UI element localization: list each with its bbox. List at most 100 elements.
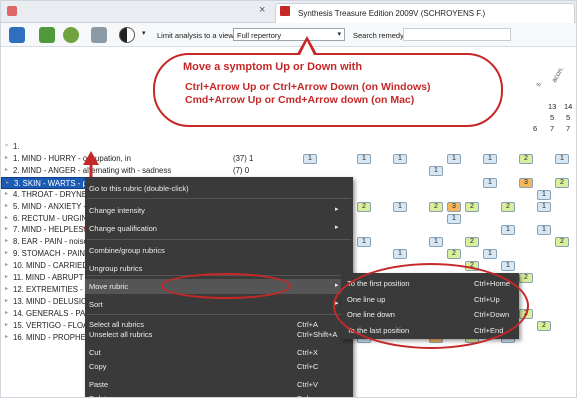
menu-item[interactable]: Delete Del: [85, 391, 353, 397]
expand-icon[interactable]: ▸: [5, 309, 8, 316]
menu-separator: [87, 314, 351, 315]
col-total: 5: [566, 113, 571, 122]
select-arrow-icon: ▾: [337, 31, 341, 38]
dropdown-arrow-icon[interactable]: ▾: [142, 29, 146, 37]
toolbar: ▾ Limit analysis to a view Full repertor…: [1, 23, 576, 47]
menu-item[interactable]: Go to this rubric (double-click): [85, 181, 353, 196]
grid-row: 1 1 1 1 2 1 1: [303, 153, 576, 165]
close-tab-icon[interactable]: ×: [259, 4, 265, 16]
instruction-callout: Move a symptom Up or Down with Ctrl+Arro…: [153, 53, 503, 127]
menu-item[interactable]: Copy Ctrl+C: [85, 359, 353, 374]
menu-item-label: Cut: [89, 348, 101, 357]
grade-cell[interactable]: 2: [447, 249, 461, 260]
submenu-arrow-icon: ▸: [335, 206, 339, 213]
expand-icon[interactable]: ▸: [5, 321, 8, 328]
menu-item[interactable]: Paste Ctrl+V: [85, 377, 353, 392]
menu-shortcut: Del: [297, 394, 308, 397]
grade-cell[interactable]: 2: [519, 154, 533, 164]
grade-cell[interactable]: 1: [447, 154, 461, 164]
grade-cell[interactable]: 2: [357, 201, 371, 212]
col-total: 13: [548, 102, 557, 111]
submenu-arrow-icon: ▸: [335, 224, 339, 231]
menu-item-label: Sort: [89, 300, 103, 309]
menu-item-label: Move rubric: [89, 282, 129, 291]
half-circle-icon[interactable]: [119, 27, 135, 43]
expand-icon[interactable]: ▸: [5, 273, 8, 280]
callout-line: Ctrl+Arrow Up or Ctrl+Arrow Down (on Win…: [185, 81, 431, 93]
submenu-arrow-icon: ▸: [335, 282, 339, 289]
expand-icon[interactable]: ▸: [5, 202, 8, 209]
expand-icon[interactable]: ▸: [5, 190, 8, 197]
menu-item[interactable]: Change intensity ▸: [85, 203, 353, 218]
menu-item[interactable]: Sort ▸: [85, 297, 353, 312]
search-remedy-label: Search remedy:: [353, 31, 406, 40]
grade-cell[interactable]: 1: [555, 154, 569, 164]
grade-cell[interactable]: 2: [465, 201, 479, 212]
grade-cell[interactable]: 1: [429, 165, 443, 176]
grade-cell[interactable]: 1: [429, 237, 443, 248]
grade-cell[interactable]: 1: [393, 249, 407, 260]
grade-cell[interactable]: 1: [303, 154, 317, 164]
rubric-group[interactable]: ▿ 1.: [1, 141, 301, 153]
rubric-row[interactable]: ▸ 1. MIND - HURRY - occupation, in (37) 1: [1, 153, 301, 165]
grade-cell[interactable]: 3: [447, 201, 461, 212]
tab-synthesis[interactable]: Synthesis Treasure Edition 2009V (SCHROY…: [275, 3, 575, 23]
limit-view-select[interactable]: Full repertory ▾: [233, 28, 345, 41]
menu-item[interactable]: Cut Ctrl+X: [85, 345, 353, 360]
grade-cell[interactable]: 1: [537, 225, 551, 236]
menu-shortcut: Ctrl+X: [297, 348, 319, 357]
menu-item-label: Change intensity: [89, 206, 145, 215]
grade-cell[interactable]: 1: [393, 154, 407, 164]
grade-cell[interactable]: 1: [537, 189, 551, 200]
tab-strip: × Synthesis Treasure Edition 2009V (SCHR…: [1, 1, 576, 23]
menu-item[interactable]: Unselect all rubrics Ctrl+Shift+A: [85, 327, 353, 342]
grade-cell[interactable]: 2: [555, 177, 569, 188]
grade-cell[interactable]: 2: [537, 320, 551, 331]
expand-icon[interactable]: ▸: [5, 225, 8, 232]
grade-cell[interactable]: 2: [555, 237, 569, 248]
tree-icon[interactable]: [63, 27, 79, 43]
menu-separator: [87, 239, 351, 240]
grade-cell[interactable]: 1: [393, 201, 407, 212]
grade-cell[interactable]: 1: [483, 177, 497, 188]
search-remedy-input[interactable]: [403, 28, 511, 41]
grade-cell[interactable]: 1: [501, 225, 515, 236]
highlight-ring-move-rubric: [161, 273, 291, 299]
col-total: 7: [550, 124, 555, 133]
grade-cell[interactable]: 1: [483, 249, 497, 260]
grade-cell[interactable]: 1: [447, 213, 461, 224]
collapse-icon[interactable]: ▿: [5, 142, 8, 149]
expand-icon[interactable]: ▸: [5, 333, 8, 340]
menu-item-label: Copy: [89, 362, 107, 371]
menu-item[interactable]: Combine/group rubrics: [85, 243, 353, 258]
expand-icon[interactable]: ▸: [5, 285, 8, 292]
grade-cell[interactable]: 1: [483, 154, 497, 164]
expand-icon[interactable]: ▸: [5, 249, 8, 256]
grade-cell[interactable]: 1: [357, 154, 371, 164]
grade-cell[interactable]: 1: [357, 237, 371, 248]
add-remedy-icon[interactable]: [9, 27, 25, 43]
expand-icon[interactable]: ▸: [5, 166, 8, 173]
menu-item-label: Delete: [89, 394, 111, 397]
rubric-row[interactable]: ▸ 2. MIND - ANGER - alternating with - sa…: [1, 165, 301, 177]
grade-cell[interactable]: 3: [519, 177, 533, 188]
expand-icon[interactable]: ▸: [6, 179, 9, 186]
app-icon: [7, 6, 17, 16]
grade-cell[interactable]: 1: [501, 261, 515, 272]
expand-icon[interactable]: ▸: [5, 297, 8, 304]
group-label: 1.: [13, 142, 20, 151]
expand-icon[interactable]: ▸: [5, 261, 8, 268]
expand-icon[interactable]: ▸: [5, 237, 8, 244]
grade-cell[interactable]: 2: [519, 273, 533, 283]
grade-cell[interactable]: 1: [537, 201, 551, 212]
grade-cell[interactable]: 2: [501, 201, 515, 212]
clipboard-icon[interactable]: [91, 27, 107, 43]
expand-icon[interactable]: ▸: [5, 154, 8, 161]
menu-item[interactable]: Change qualification ▸: [85, 221, 353, 236]
expand-icon[interactable]: ▸: [5, 214, 8, 221]
col-total: 7: [566, 124, 571, 133]
grade-cell[interactable]: 2: [465, 237, 479, 248]
book-icon: [280, 6, 290, 16]
grade-cell[interactable]: 2: [429, 201, 443, 212]
analysis-icon[interactable]: [39, 27, 55, 43]
